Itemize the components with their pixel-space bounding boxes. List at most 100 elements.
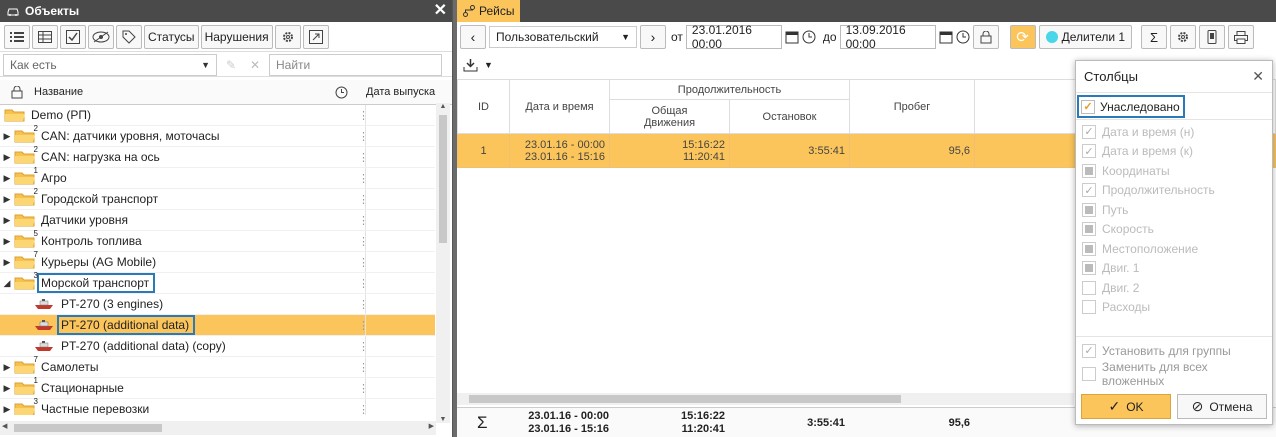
tree-row[interactable]: ▶ 2 Городской транспорт ⋮ <box>0 187 435 210</box>
inherited-checkbox[interactable]: ✓ Унаследовано <box>1077 95 1185 118</box>
tree-row[interactable]: ▶ 2 CAN: датчики уровня, моточасы ⋮ <box>0 124 435 147</box>
lock-icon[interactable] <box>0 85 34 99</box>
objects-search-input[interactable]: Найти <box>269 53 442 76</box>
statuses-button[interactable]: Статусы <box>144 24 199 49</box>
tree-row[interactable]: PT-270 (additional data) (copy) ⋮ <box>0 336 435 357</box>
tree-row[interactable]: Demo (РП) ⋮ <box>0 105 435 126</box>
column-option[interactable]: Путь <box>1076 200 1272 220</box>
collapse-icon[interactable]: ◢ <box>0 278 14 289</box>
tree-row[interactable]: ▶ Датчики уровня ⋮ <box>0 210 435 231</box>
scroll-right-icon[interactable]: ▶ <box>429 422 434 430</box>
column-option[interactable]: Двиг. 1 <box>1076 259 1272 279</box>
prev-period-button[interactable]: ‹ <box>460 25 486 49</box>
export-button[interactable]: ▼ <box>460 53 496 77</box>
row-menu-icon[interactable]: ⋮ <box>358 256 369 269</box>
ok-button[interactable]: ✓ OK <box>1081 394 1171 419</box>
tree-row[interactable]: PT-270 (additional data) ⋮ <box>0 315 435 336</box>
row-menu-icon[interactable]: ⋮ <box>358 130 369 143</box>
row-menu-icon[interactable]: ⋮ <box>358 319 369 332</box>
expand-icon[interactable]: ▶ <box>0 131 14 142</box>
clear-icon[interactable]: ✕ <box>245 58 265 72</box>
column-option[interactable]: Скорость <box>1076 220 1272 240</box>
grid-hscrollbar-thumb[interactable] <box>469 395 901 403</box>
tree-row[interactable]: ▶ 7 Курьеры (AG Mobile) ⋮ <box>0 250 435 273</box>
row-menu-icon[interactable]: ⋮ <box>358 193 369 206</box>
tag-icon-button[interactable] <box>116 24 142 49</box>
expand-icon[interactable]: ▶ <box>0 173 14 184</box>
expand-icon[interactable]: ▶ <box>0 257 14 268</box>
grid-hscrollbar[interactable] <box>457 393 1074 405</box>
dividers-button[interactable]: Делители 1 <box>1038 25 1133 49</box>
expand-icon[interactable]: ▶ <box>0 362 14 373</box>
horizontal-scrollbar[interactable]: ◀ ▶ <box>0 421 436 435</box>
sort-select[interactable]: Как есть ▼ <box>3 53 217 76</box>
tree-row[interactable]: ▶ 5 Контроль топлива ⋮ <box>0 229 435 252</box>
external-link-icon[interactable] <box>302 24 329 49</box>
col-mileage[interactable]: Пробег <box>849 79 975 134</box>
row-menu-icon[interactable]: ⋮ <box>358 382 369 395</box>
col-id[interactable]: ID <box>457 79 510 134</box>
hide-icon-button[interactable] <box>88 24 114 49</box>
row-menu-icon[interactable]: ⋮ <box>358 109 369 122</box>
printer-icon[interactable] <box>1228 25 1255 49</box>
tree-row[interactable]: ▶ 1 Агро ⋮ <box>0 166 435 189</box>
tab-trips[interactable]: Рейсы <box>457 0 521 22</box>
tree-row[interactable]: ▶ 2 CAN: нагрузка на ось ⋮ <box>0 145 435 168</box>
to-date-input[interactable]: 13.09.2016 00:00 <box>839 23 936 51</box>
col-duration[interactable]: Продолжительность <box>609 79 850 100</box>
expand-icon[interactable]: ▶ <box>0 383 14 394</box>
checkbox-button[interactable] <box>60 24 86 49</box>
row-menu-icon[interactable]: ⋮ <box>358 214 369 227</box>
row-menu-icon[interactable]: ⋮ <box>358 172 369 185</box>
expand-icon[interactable]: ▶ <box>0 215 14 226</box>
row-menu-icon[interactable]: ⋮ <box>358 298 369 311</box>
col-datetime[interactable]: Дата и время <box>509 79 610 134</box>
column-option[interactable]: ✓ Дата и время (к) <box>1076 142 1272 162</box>
clock-icon[interactable] <box>326 86 356 99</box>
row-menu-icon[interactable]: ⋮ <box>358 151 369 164</box>
column-option[interactable]: Двиг. 2 <box>1076 278 1272 298</box>
row-menu-icon[interactable]: ⋮ <box>358 235 369 248</box>
next-period-button[interactable]: › <box>640 25 666 49</box>
tree-row[interactable]: ▶ 7 Самолеты ⋮ <box>0 355 435 378</box>
lock-icon[interactable] <box>972 25 999 49</box>
refresh-icon[interactable]: ⟳ <box>1009 25 1036 49</box>
pencil-icon[interactable]: ✎ <box>221 58 241 72</box>
violations-button[interactable]: Нарушения <box>200 24 273 49</box>
phone-icon[interactable] <box>1199 25 1226 49</box>
row-menu-icon[interactable]: ⋮ <box>358 403 369 416</box>
clock-icon[interactable] <box>956 30 970 44</box>
row-menu-icon[interactable]: ⋮ <box>358 361 369 374</box>
scroll-left-icon[interactable]: ◀ <box>2 422 7 430</box>
from-date-input[interactable]: 23.01.2016 00:00 <box>685 23 782 51</box>
set-for-group-checkbox[interactable]: ✓ Установить для группы <box>1076 341 1272 361</box>
list-view-button[interactable] <box>4 24 30 49</box>
replace-nested-checkbox[interactable]: Заменить для всех вложенных <box>1076 360 1272 388</box>
table-view-button[interactable] <box>32 24 58 49</box>
row-menu-icon[interactable]: ⋮ <box>358 277 369 290</box>
scroll-down-icon[interactable]: ▼ <box>436 416 450 423</box>
clock-icon[interactable] <box>802 30 816 44</box>
period-select[interactable]: Пользовательский ▼ <box>489 26 637 48</box>
column-option[interactable]: Местоположение <box>1076 239 1272 259</box>
sigma-button[interactable]: Σ <box>1141 25 1168 49</box>
column-release-date[interactable]: Дата выпуска <box>356 86 435 98</box>
gear-icon[interactable] <box>274 24 301 49</box>
scroll-up-icon[interactable]: ▲ <box>436 103 450 115</box>
tree-row[interactable]: ▶ 3 Частные перевозки ⋮ <box>0 397 435 416</box>
close-icon[interactable]: ✕ <box>1252 68 1264 85</box>
column-option[interactable]: Координаты <box>1076 161 1272 181</box>
close-icon[interactable]: ✕ <box>434 3 447 19</box>
column-option[interactable]: ✓ Продолжительность <box>1076 181 1272 201</box>
column-option[interactable]: ✓ Дата и время (н) <box>1076 122 1272 142</box>
cancel-button[interactable]: ⊘ Отмена <box>1177 394 1267 419</box>
calendar-icon[interactable] <box>785 30 799 44</box>
expand-icon[interactable]: ▶ <box>0 236 14 247</box>
tree-row[interactable]: PT-270 (3 engines) ⋮ <box>0 294 435 315</box>
tree-row[interactable]: ◢ 3 Морской транспорт ⋮ <box>0 271 435 294</box>
scrollbar-thumb[interactable] <box>439 115 447 243</box>
col-total-move[interactable]: Общая Движения <box>609 99 730 134</box>
gear-icon[interactable] <box>1170 25 1197 49</box>
column-name[interactable]: Название <box>34 86 326 98</box>
expand-icon[interactable]: ▶ <box>0 152 14 163</box>
